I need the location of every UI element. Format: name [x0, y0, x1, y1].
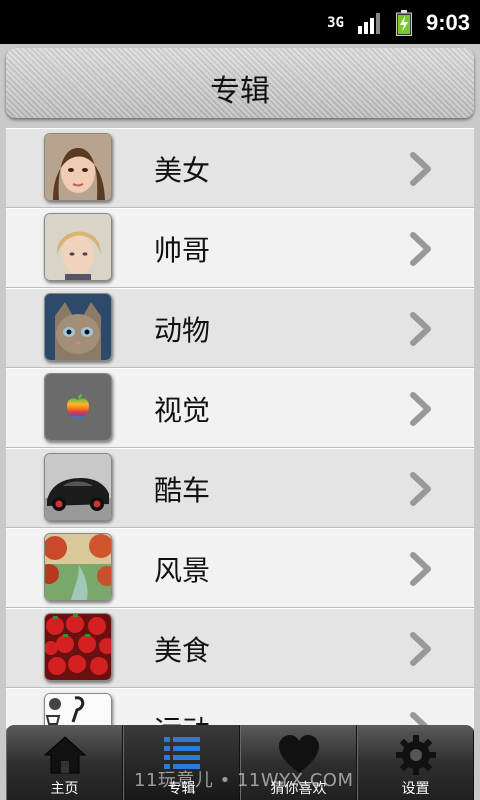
- tab-guess-you-like[interactable]: 猜你喜欢: [240, 725, 357, 800]
- album-label: 动物: [154, 314, 211, 347]
- album-list[interactable]: 美女 帅哥 动物 视觉 酷车 风景 美食: [6, 128, 474, 728]
- page-title: 专辑: [210, 74, 270, 109]
- album-row-beauty[interactable]: 美女: [6, 128, 474, 208]
- tab-label: 主页: [50, 781, 79, 797]
- thumbnail-kitten: [44, 293, 112, 361]
- album-label: 美女: [154, 154, 211, 187]
- battery-icon: [395, 10, 412, 36]
- thumbnail-portrait-woman: [44, 133, 112, 201]
- tab-label: 猜你喜欢: [270, 781, 327, 797]
- album-label: 帅哥: [154, 234, 211, 267]
- status-bar: 3G 9:03: [0, 0, 480, 44]
- album-row-cool-cars[interactable]: 酷车: [6, 448, 474, 528]
- chevron-right-icon: [410, 232, 431, 266]
- chevron-right-icon: [410, 312, 431, 346]
- album-row-visual[interactable]: 视觉: [6, 368, 474, 448]
- thumbnail-portrait-man: [44, 213, 112, 281]
- album-label: 美食: [154, 634, 211, 667]
- title-bar: 专辑: [6, 48, 474, 118]
- tab-settings[interactable]: 设置: [357, 725, 474, 800]
- thumbnail-apple-logo: [44, 373, 112, 441]
- thumbnail-basketball: [44, 693, 112, 728]
- gear-icon: [395, 735, 436, 775]
- thumbnail-landscape: [44, 533, 112, 601]
- home-icon: [43, 736, 86, 774]
- album-label: 视觉: [154, 394, 211, 427]
- network-3g-icon: 3G: [327, 15, 344, 31]
- album-row-handsome[interactable]: 帅哥: [6, 208, 474, 288]
- tab-albums[interactable]: 专辑: [123, 725, 240, 800]
- chevron-right-icon: [410, 552, 431, 586]
- thumbnail-strawberries: [44, 613, 112, 681]
- album-row-animals[interactable]: 动物: [6, 288, 474, 368]
- chevron-right-icon: [410, 152, 431, 186]
- chevron-right-icon: [410, 472, 431, 506]
- album-label: 酷车: [154, 474, 211, 507]
- tab-home[interactable]: 主页: [6, 725, 123, 800]
- album-row-sports[interactable]: 运动: [6, 688, 474, 728]
- album-row-scenery[interactable]: 风景: [6, 528, 474, 608]
- chevron-right-icon: [410, 632, 431, 666]
- bottom-tab-bar: 主页 专辑 猜你喜欢 设置: [6, 725, 474, 800]
- album-row-food[interactable]: 美食: [6, 608, 474, 688]
- tab-label: 专辑: [167, 781, 196, 797]
- app-screen: 专辑 美女 帅哥 动物 视觉 酷车 风景 美食 主页 专辑 猜你喜欢 设置: [0, 44, 480, 800]
- heart-icon: [278, 735, 319, 773]
- chevron-right-icon: [410, 392, 431, 426]
- clock: 9:03: [425, 10, 470, 35]
- list-icon: [163, 737, 200, 769]
- tab-label: 设置: [401, 781, 430, 797]
- signal-icon: [357, 13, 380, 34]
- thumbnail-sports-car: [44, 453, 112, 521]
- album-label: 风景: [154, 554, 211, 587]
